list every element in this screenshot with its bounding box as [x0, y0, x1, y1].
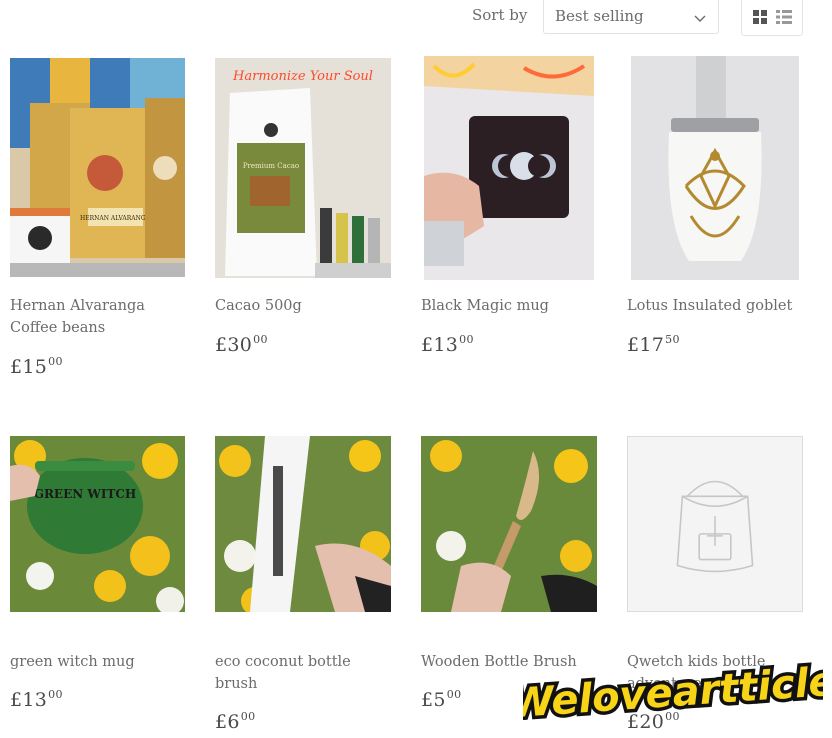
product-price: £500	[421, 688, 462, 711]
price-main: £13	[421, 334, 459, 356]
product-image-black-magic-mug[interactable]	[424, 56, 594, 280]
price-main: £30	[215, 334, 253, 356]
backpack-icon	[676, 480, 754, 573]
product-image-eco-coconut-brush[interactable]	[215, 436, 391, 612]
price-main: £15	[10, 356, 48, 378]
product-image-cacao[interactable]: Harmonize Your Soul Premium Cacao	[215, 58, 391, 278]
sort-by-label: Sort by	[472, 6, 528, 24]
product-title[interactable]: eco coconut bottle brush	[215, 651, 391, 695]
bag-label-text: HERNAN ALVARANGA	[80, 215, 151, 222]
product-price: £3000	[215, 333, 268, 356]
product-image-green-witch-mug[interactable]: GREEN WITCH	[10, 436, 185, 612]
product-title[interactable]: Cacao 500g	[215, 295, 391, 317]
price-main: £13	[10, 689, 48, 711]
product-title[interactable]: Lotus Insulated goblet	[627, 295, 803, 317]
product-image-wooden-bottle-brush[interactable]	[421, 436, 597, 612]
product-image-lotus-goblet[interactable]	[631, 56, 799, 280]
product-card-cacao[interactable]: Harmonize Your Soul Premium Cacao Cacao …	[215, 58, 391, 368]
product-card-lotus-goblet[interactable]: Lotus Insulated goblet £1750	[627, 56, 803, 366]
product-price: £1750	[627, 333, 680, 356]
price-main: £5	[421, 689, 446, 711]
watermark-text: Weloveartticle	[523, 659, 823, 728]
neon-sign-text: Harmonize Your Soul	[232, 69, 373, 84]
sort-select[interactable]: Best selling	[543, 0, 719, 34]
price-cents: 50	[665, 333, 680, 346]
price-cents: 00	[253, 333, 268, 346]
price-cents: 00	[446, 688, 462, 701]
watermark-logo: Weloveartticle	[505, 648, 832, 734]
price-main: £17	[627, 334, 665, 356]
mug-text: GREEN WITCH	[34, 487, 137, 501]
list-view-icon[interactable]	[776, 9, 792, 28]
sort-select-value: Best selling	[555, 7, 644, 25]
price-main: £6	[215, 711, 240, 733]
price-cents: 00	[240, 710, 256, 723]
price-cents: 00	[48, 355, 63, 368]
product-title[interactable]: Hernan Alvaranga Coffee beans	[10, 295, 186, 339]
product-price: £1300	[10, 688, 63, 711]
product-price: £600	[215, 710, 256, 733]
product-title[interactable]: green witch mug	[10, 651, 186, 673]
grid-view-icon[interactable]	[753, 9, 768, 28]
chevron-down-icon	[694, 9, 706, 27]
product-card-black-magic-mug[interactable]: Black Magic mug £1300	[421, 56, 597, 366]
product-card-eco-coconut-brush[interactable]: eco coconut bottle brush £600	[215, 436, 391, 736]
product-card-coffee-beans[interactable]: HERNAN ALVARANGA Hernan Alvaranga Coffee…	[10, 58, 186, 388]
view-toggle	[741, 0, 803, 36]
price-cents: 00	[459, 333, 474, 346]
product-image-coffee-beans[interactable]: HERNAN ALVARANGA	[10, 58, 185, 277]
product-price: £1300	[421, 333, 474, 356]
cacao-label-text: Premium Cacao	[243, 162, 299, 170]
product-image-placeholder[interactable]	[627, 436, 803, 612]
product-price: £1500	[10, 355, 63, 378]
product-title[interactable]: Black Magic mug	[421, 295, 597, 317]
product-card-green-witch-mug[interactable]: GREEN WITCH green witch mug £1300	[10, 436, 186, 736]
price-cents: 00	[48, 688, 63, 701]
